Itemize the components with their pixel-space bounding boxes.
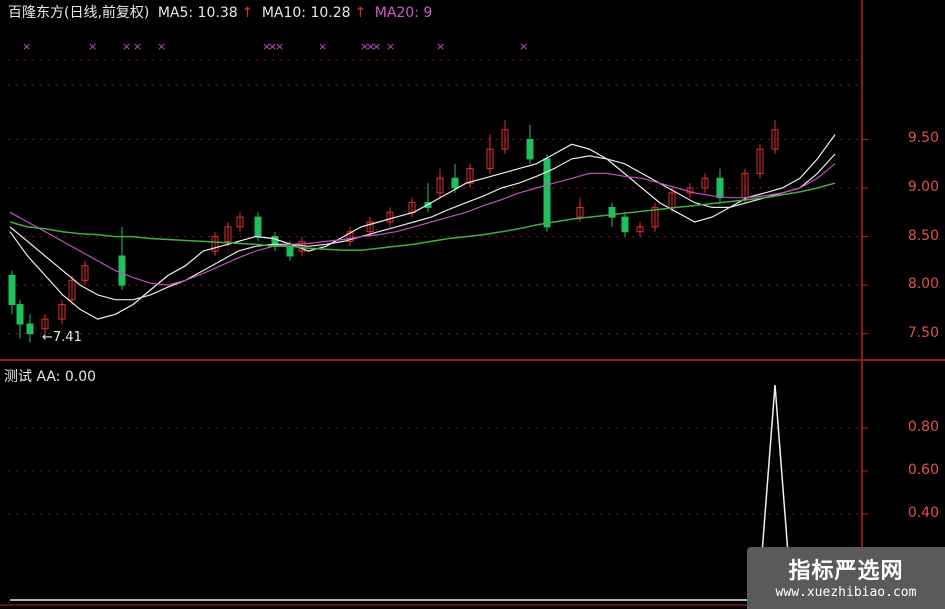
stock-title: 百隆东方(日线,前复权) bbox=[8, 5, 150, 21]
y-tick-label: 8.00 bbox=[907, 276, 939, 293]
watermark-title: 指标严选网 bbox=[788, 559, 904, 584]
ma10-label: MA10: 10.28 bbox=[261, 5, 351, 21]
y-tick-label: 7.50 bbox=[907, 324, 939, 341]
candle-body bbox=[608, 206, 616, 218]
sub-y-tick-label: 0.60 bbox=[907, 462, 939, 478]
signal-marker: × bbox=[386, 40, 395, 53]
candle-body bbox=[543, 158, 551, 228]
candle-body bbox=[26, 323, 34, 335]
candle-body bbox=[621, 216, 629, 233]
candle-body bbox=[254, 216, 262, 238]
ma20-label: MA20: 9 bbox=[374, 5, 433, 21]
ma20-line bbox=[9, 163, 836, 286]
ma60-line bbox=[9, 182, 836, 251]
y-tick-label: 9.50 bbox=[907, 130, 939, 147]
candle-body bbox=[716, 177, 724, 199]
indicator-subchart bbox=[10, 384, 793, 601]
indicator-header: 测试 AA: 0.00 bbox=[4, 369, 97, 385]
sub-y-tick-label: 0.80 bbox=[907, 419, 939, 435]
signal-marker: × bbox=[519, 40, 528, 53]
candle-body bbox=[8, 274, 16, 306]
signal-marker: × bbox=[88, 40, 97, 53]
signal-markers: × × × × × ××× × ××× × × × bbox=[22, 40, 528, 53]
ma5-label: MA5: 10.38 bbox=[157, 5, 238, 21]
aa-line bbox=[10, 384, 793, 601]
chart-header: 百隆东方(日线,前复权) MA5: 10.38 ↑ MA10: 10.28 ↑ MA… bbox=[8, 2, 436, 22]
y-tick-label: 8.50 bbox=[907, 227, 939, 244]
grid bbox=[0, 0, 945, 609]
candle-body bbox=[286, 245, 294, 257]
signal-marker: × bbox=[22, 40, 31, 53]
signal-marker: × bbox=[157, 40, 166, 53]
low-price-annotation: ←7.41 bbox=[42, 330, 82, 345]
ma10-up-arrow-icon: ↑ bbox=[354, 5, 367, 21]
candle-body bbox=[526, 138, 534, 160]
signal-marker: × bbox=[318, 40, 327, 53]
signal-marker: × bbox=[122, 40, 131, 53]
signal-marker: × bbox=[275, 40, 284, 53]
sub-y-tick-label: 0.40 bbox=[907, 505, 939, 521]
stock-chart: × × × × × ××× × ××× × × × bbox=[0, 0, 945, 609]
signal-marker: × bbox=[133, 40, 142, 53]
watermark-url: www.xuezhibiao.com bbox=[775, 585, 917, 600]
watermark: 指标严选网 www.xuezhibiao.com bbox=[747, 547, 945, 609]
candle-body bbox=[16, 304, 24, 325]
candle-body bbox=[118, 255, 126, 286]
ma5-line bbox=[9, 134, 836, 320]
signal-marker: × bbox=[436, 40, 445, 53]
ma5-up-arrow-icon: ↑ bbox=[241, 5, 254, 21]
signal-marker: × bbox=[372, 40, 381, 53]
moving-average-lines bbox=[9, 134, 836, 320]
candle-body bbox=[451, 177, 459, 189]
y-tick-label: 9.00 bbox=[907, 179, 939, 195]
